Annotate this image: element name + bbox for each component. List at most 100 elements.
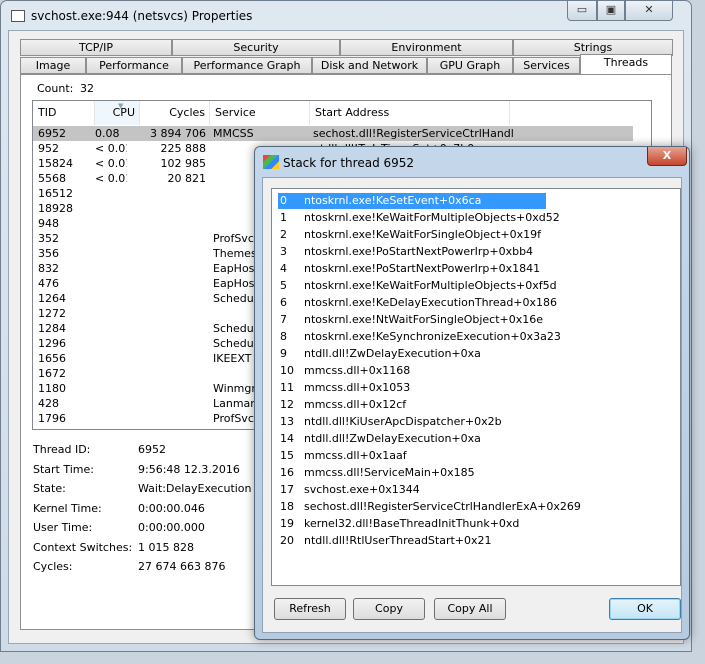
frame-index: 2 xyxy=(280,228,287,241)
frame-index: 8 xyxy=(280,330,287,343)
cpu-cell: < 0.01 xyxy=(95,157,127,170)
tid-cell: 1272 xyxy=(38,307,66,320)
detail-value: 27 674 663 876 xyxy=(138,560,226,573)
start-address-cell: sechost.dll!RegisterServiceCtrlHandler..… xyxy=(313,127,513,140)
tid-cell: 952 xyxy=(38,142,59,155)
tab-disk-and-network[interactable]: Disk and Network xyxy=(312,57,427,74)
stack-frame[interactable]: 10 mmcss.dll+0x1168 xyxy=(278,363,546,379)
stack-frame[interactable]: 6 ntoskrnl.exe!KeDelayExecutionThread+0x1… xyxy=(278,295,557,311)
tab-gpu-graph[interactable]: GPU Graph xyxy=(427,57,513,74)
detail-value: 6952 xyxy=(138,443,166,456)
stack-frame[interactable]: 4 ntoskrnl.exe!PoStartNextPowerIrp+0x1841 xyxy=(278,261,546,277)
frame-symbol: mmcss.dll!ServiceMain+0x185 xyxy=(304,466,475,479)
tid-cell: 1296 xyxy=(38,337,66,350)
tid-cell: 476 xyxy=(38,277,59,290)
stack-frame[interactable]: 0 ntoskrnl.exe!KeSetEvent+0x6ca xyxy=(278,193,546,209)
ok-button[interactable]: OK xyxy=(609,598,681,620)
frame-symbol: ntoskrnl.exe!NtWaitForSingleObject+0x16e xyxy=(304,313,544,326)
frame-symbol: ntdll.dll!RtlUserThreadStart+0x21 xyxy=(304,534,492,547)
dialog-close-button[interactable]: X xyxy=(647,147,687,166)
stack-frame[interactable]: 1 ntoskrnl.exe!KeWaitForMultipleObjects+0… xyxy=(278,210,560,226)
detail-value: 0:00:00.000 xyxy=(138,521,205,534)
frame-index: 0 xyxy=(280,194,287,207)
refresh-button[interactable]: Refresh xyxy=(274,598,346,620)
frame-index: 13 xyxy=(280,415,294,428)
tab-services[interactable]: Services xyxy=(513,57,580,74)
stack-frame[interactable]: 2 ntoskrnl.exe!KeWaitForSingleObject+0x19… xyxy=(278,227,546,243)
tid-cell: 352 xyxy=(38,232,59,245)
app-icon xyxy=(11,10,25,22)
frame-symbol: ntoskrnl.exe!KeWaitForMultipleObjects+0x… xyxy=(304,211,560,224)
frame-index: 14 xyxy=(280,432,294,445)
column-start-address[interactable]: Start Address xyxy=(310,101,510,125)
frame-index: 18 xyxy=(280,500,294,513)
frame-symbol: ntdll.dll!ZwDelayExecution+0xa xyxy=(304,347,481,360)
detail-value: 9:56:48 12.3.2016 xyxy=(138,462,240,476)
stack-frame[interactable]: 3 ntoskrnl.exe!PoStartNextPowerIrp+0xbb4 xyxy=(278,244,546,260)
tid-cell: 1180 xyxy=(38,382,66,395)
column-cycles-delta[interactable]: Cycles Delta xyxy=(140,101,210,143)
frame-symbol: ntdll.dll!KiUserApcDispatcher+0x2b xyxy=(304,415,502,428)
minimize-button[interactable]: ▭ xyxy=(567,1,597,21)
stack-frame[interactable]: 15 mmcss.dll+0x1aaf xyxy=(278,448,546,464)
stack-frame[interactable]: 8 ntoskrnl.exe!KeSynchronizeExecution+0x3… xyxy=(278,329,561,345)
stack-dialog: Stack for thread 6952 X 0 ntoskrnl.exe!Ke… xyxy=(254,146,690,640)
stack-frame[interactable]: 9 ntdll.dll!ZwDelayExecution+0xa xyxy=(278,346,546,362)
copy-button[interactable]: Copy xyxy=(353,598,425,620)
stack-frame[interactable]: 14 ntdll.dll!ZwDelayExecution+0xa xyxy=(278,431,546,447)
tid-cell: 832 xyxy=(38,262,59,275)
close-button[interactable]: ✕ xyxy=(625,1,673,21)
frame-index: 17 xyxy=(280,483,294,496)
frame-index: 4 xyxy=(280,262,287,275)
tid-cell: 428 xyxy=(38,397,59,410)
sort-indicator-icon: ▼ xyxy=(118,102,124,110)
frame-index: 1 xyxy=(280,211,287,224)
tab-security[interactable]: Security xyxy=(172,39,340,56)
column-tid[interactable]: TID xyxy=(33,101,95,125)
table-row[interactable]: 6952 0.08 3 894 706 MMCSS sechost.dll!Regist… xyxy=(33,126,633,141)
tab-performance-graph[interactable]: Performance Graph xyxy=(182,57,312,74)
maximize-button[interactable]: ▣ xyxy=(597,1,625,21)
tid-cell: 356 xyxy=(38,247,59,260)
column-service[interactable]: Service xyxy=(210,101,310,125)
tid-cell: 1672 xyxy=(38,367,66,380)
tab-environment[interactable]: Environment xyxy=(340,39,513,56)
frame-symbol: mmcss.dll+0x1168 xyxy=(304,364,411,377)
stack-frame[interactable]: 16 mmcss.dll!ServiceMain+0x185 xyxy=(278,465,546,481)
frame-symbol: ntdll.dll!ZwDelayExecution+0xa xyxy=(304,432,481,445)
stack-frame[interactable]: 18 sechost.dll!RegisterServiceCtrlHandler… xyxy=(278,499,581,515)
stack-frame[interactable]: 7 ntoskrnl.exe!NtWaitForSingleObject+0x16… xyxy=(278,312,546,328)
frame-symbol: ntoskrnl.exe!PoStartNextPowerIrp+0xbb4 xyxy=(304,245,534,258)
stack-frame[interactable]: 17 svchost.exe+0x1344 xyxy=(278,482,546,498)
detail-value: 0:00:00.046 xyxy=(138,501,205,515)
frame-index: 11 xyxy=(280,381,294,394)
copy-all-button[interactable]: Copy All xyxy=(434,598,506,620)
detail-label: User Time: xyxy=(33,521,93,534)
stack-frame[interactable]: 20 ntdll.dll!RtlUserThreadStart+0x21 xyxy=(278,533,546,549)
detail-label: Context Switches: xyxy=(33,540,133,554)
stack-frame[interactable]: 19 kernel32.dll!BaseThreadInitThunk+0xd xyxy=(278,516,546,532)
detail-label: Kernel Time: xyxy=(33,501,102,515)
copy-label: Copy xyxy=(375,602,403,615)
tid-cell: 6952 xyxy=(38,127,66,140)
frame-symbol: ntoskrnl.exe!KeWaitForSingleObject+0x19f xyxy=(304,228,542,241)
frame-symbol: sechost.dll!RegisterServiceCtrlHandlerEx… xyxy=(304,500,581,513)
tid-cell: 5568 xyxy=(38,172,66,185)
stack-frame[interactable]: 11 mmcss.dll+0x1053 xyxy=(278,380,546,396)
tab-tcp-ip[interactable]: TCP/IP xyxy=(20,39,172,56)
count-value: 32 xyxy=(80,82,94,95)
cpu-cell: 0.08 xyxy=(95,127,120,140)
stack-list[interactable]: 0 ntoskrnl.exe!KeSetEvent+0x6ca 1 ntoskrnl.… xyxy=(271,188,681,586)
detail-label: Thread ID: xyxy=(33,443,91,456)
stack-frame[interactable]: 12 mmcss.dll+0x12cf xyxy=(278,397,546,413)
tid-cell: 1656 xyxy=(38,352,66,365)
tab-performance[interactable]: Performance xyxy=(86,57,182,74)
frame-index: 6 xyxy=(280,296,287,309)
tid-cell: 16512 xyxy=(38,187,73,200)
detail-label: Start Time: xyxy=(33,462,94,476)
stack-frame[interactable]: 13 ntdll.dll!KiUserApcDispatcher+0x2b xyxy=(278,414,546,430)
frame-symbol: ntoskrnl.exe!KeSynchronizeExecution+0x3a… xyxy=(304,330,561,343)
tab-image[interactable]: Image xyxy=(20,57,86,74)
stack-frame[interactable]: 5 ntoskrnl.exe!KeWaitForMultipleObjects+0… xyxy=(278,278,557,294)
tab-threads[interactable]: Threads xyxy=(580,54,672,74)
